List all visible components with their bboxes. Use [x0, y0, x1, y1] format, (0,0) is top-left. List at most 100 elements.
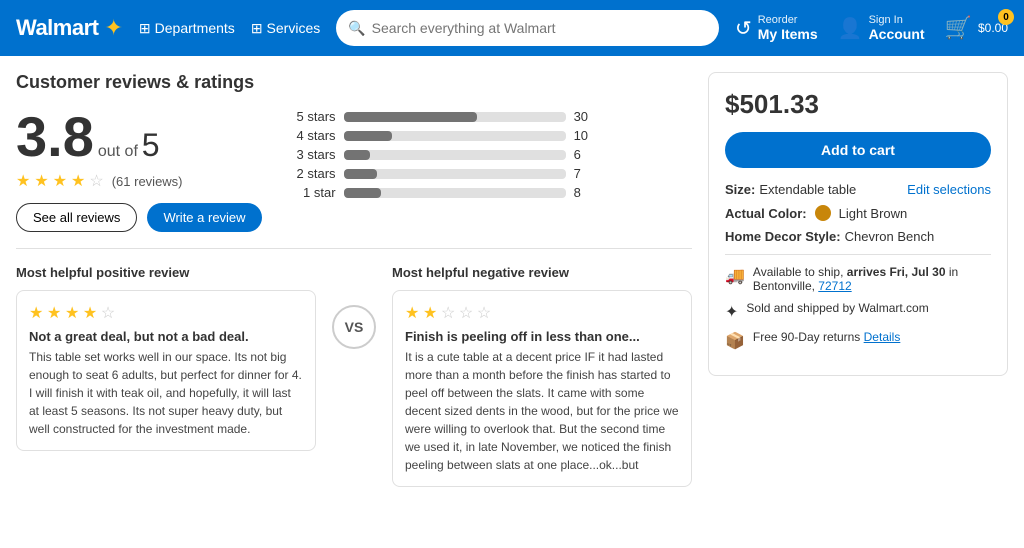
returns-row: 📦 Free 90-Day returns Details	[725, 330, 991, 351]
product-panel: $501.33 Add to cart Size: Extendable tab…	[708, 72, 1008, 376]
pos-star-2: ★	[47, 305, 61, 322]
returns-text: Free 90-Day returns Details	[753, 330, 900, 344]
size-row: Size: Extendable table Edit selections	[725, 182, 991, 197]
bar-count: 10	[574, 128, 594, 143]
negative-review-title: Most helpful negative review	[392, 265, 692, 280]
signin-action[interactable]: 👤 Sign In Account	[838, 14, 925, 42]
reorder-action[interactable]: ↺ Reorder My Items	[735, 14, 818, 42]
negative-review-body: It is a cute table at a decent price IF …	[405, 348, 679, 474]
cart-action[interactable]: 🛒 0 $0.00	[945, 15, 1008, 41]
star-5: ☆	[89, 171, 103, 191]
shipping-icon: 🚚	[725, 266, 745, 286]
main-content: Customer reviews & ratings 3.8 out of 5 …	[0, 56, 1024, 503]
positive-review-body: This table set works well in our space. …	[29, 348, 303, 438]
bar-label: 4 stars	[294, 128, 336, 143]
search-bar: 🔍	[336, 10, 719, 46]
big-rating: 3.8 out of 5	[16, 109, 262, 165]
bar-count: 6	[574, 147, 594, 162]
returns-icon: 📦	[725, 331, 745, 351]
star-2: ★	[34, 171, 48, 191]
search-icon: 🔍	[348, 20, 365, 37]
divider	[16, 248, 692, 249]
bar-count: 30	[574, 109, 594, 124]
nav-actions: ↺ Reorder My Items 👤 Sign In Account 🛒 0…	[735, 14, 1008, 42]
bar-row: 4 stars 10	[294, 128, 594, 143]
bar-fill	[344, 150, 371, 160]
color-name: Light Brown	[839, 206, 908, 221]
positive-review-title: Most helpful positive review	[16, 265, 316, 280]
positive-review-card: ★ ★ ★ ★ ☆ Not a great deal, but not a ba…	[16, 290, 316, 451]
negative-review-col: Most helpful negative review ★ ★ ☆ ☆ ☆ F…	[392, 265, 692, 487]
neg-star-3: ☆	[441, 305, 455, 322]
neg-star-1: ★	[405, 305, 419, 322]
panel-divider	[725, 254, 991, 255]
star-1: ★	[16, 171, 30, 191]
negative-review-stars: ★ ★ ☆ ☆ ☆	[405, 303, 679, 323]
big-number: 3.8	[16, 109, 94, 165]
walmart-logo[interactable]: Walmart ✦	[16, 15, 123, 41]
returns-label: Free 90-Day returns	[753, 330, 860, 344]
bar-fill	[344, 169, 377, 179]
neg-star-4: ☆	[459, 305, 473, 322]
color-swatch	[815, 205, 831, 221]
shipping-text: Available to ship, arrives Fri, Jul 30 i…	[753, 265, 991, 293]
returns-details-link[interactable]: Details	[864, 330, 901, 344]
out-of-text: out of	[98, 143, 138, 160]
star-3: ★	[53, 171, 67, 191]
color-label: Actual Color:	[725, 206, 807, 221]
services-link[interactable]: ⊞ Services	[251, 20, 320, 37]
departments-link[interactable]: ⊞ Departments	[139, 20, 235, 37]
search-input[interactable]	[372, 20, 707, 36]
zip-link[interactable]: 72712	[818, 279, 851, 293]
bar-fill	[344, 131, 393, 141]
helpful-reviews: Most helpful positive review ★ ★ ★ ★ ☆ N…	[16, 265, 692, 487]
account-label: Account	[869, 26, 925, 42]
section-title: Customer reviews & ratings	[16, 72, 692, 93]
bar-count: 8	[574, 185, 594, 200]
sold-by-text: Sold and shipped by Walmart.com	[746, 301, 928, 315]
negative-review-headline: Finish is peeling off in less than one..…	[405, 329, 679, 344]
vs-badge: VS	[332, 305, 376, 349]
bar-fill	[344, 112, 477, 122]
reorder-label: Reorder	[758, 14, 818, 26]
services-label: Services	[267, 20, 321, 36]
see-all-reviews-button[interactable]: See all reviews	[16, 203, 137, 232]
reviews-count: (61 reviews)	[112, 174, 183, 189]
write-review-button[interactable]: Write a review	[147, 203, 261, 232]
color-row: Actual Color: Light Brown	[725, 205, 991, 221]
positive-review-col: Most helpful positive review ★ ★ ★ ★ ☆ N…	[16, 265, 316, 451]
bar-track	[344, 188, 566, 198]
big-rating-block: 3.8 out of 5 ★ ★ ★ ★ ☆ (61 reviews) See …	[16, 109, 262, 232]
pos-star-1: ★	[29, 305, 43, 322]
positive-review-headline: Not a great deal, but not a bad deal.	[29, 329, 303, 344]
bar-row: 2 stars 7	[294, 166, 594, 181]
grid-icon: ⊞	[139, 20, 151, 37]
spark-icon: ✦	[104, 15, 122, 41]
bar-count: 7	[574, 166, 594, 181]
shipping-row: 🚚 Available to ship, arrives Fri, Jul 30…	[725, 265, 991, 293]
rating-overview: 3.8 out of 5 ★ ★ ★ ★ ☆ (61 reviews) See …	[16, 109, 692, 232]
edit-selections-link[interactable]: Edit selections	[907, 182, 991, 197]
bar-track	[344, 131, 566, 141]
star-4: ★	[71, 171, 85, 191]
departments-label: Departments	[155, 20, 235, 36]
bar-label: 2 stars	[294, 166, 336, 181]
bar-fill	[344, 188, 382, 198]
product-price: $501.33	[725, 89, 991, 120]
size-label: Size:	[725, 182, 755, 197]
pos-star-4: ★	[83, 305, 97, 322]
stars-row: ★ ★ ★ ★ ☆ (61 reviews)	[16, 171, 262, 191]
navbar: Walmart ✦ ⊞ Departments ⊞ Services 🔍 ↺ R…	[0, 0, 1024, 56]
cart-icon: 🛒	[945, 15, 972, 41]
seller-icon: ✦	[725, 302, 738, 322]
bar-label: 5 stars	[294, 109, 336, 124]
review-actions: See all reviews Write a review	[16, 203, 262, 232]
services-icon: ⊞	[251, 20, 263, 37]
size-value: Extendable table	[759, 182, 856, 197]
my-items-label: My Items	[758, 26, 818, 42]
bar-row: 5 stars 30	[294, 109, 594, 124]
style-row: Home Decor Style: Chevron Bench	[725, 229, 991, 244]
add-to-cart-button[interactable]: Add to cart	[725, 132, 991, 168]
cart-badge: 0	[998, 9, 1014, 25]
bar-track	[344, 169, 566, 179]
